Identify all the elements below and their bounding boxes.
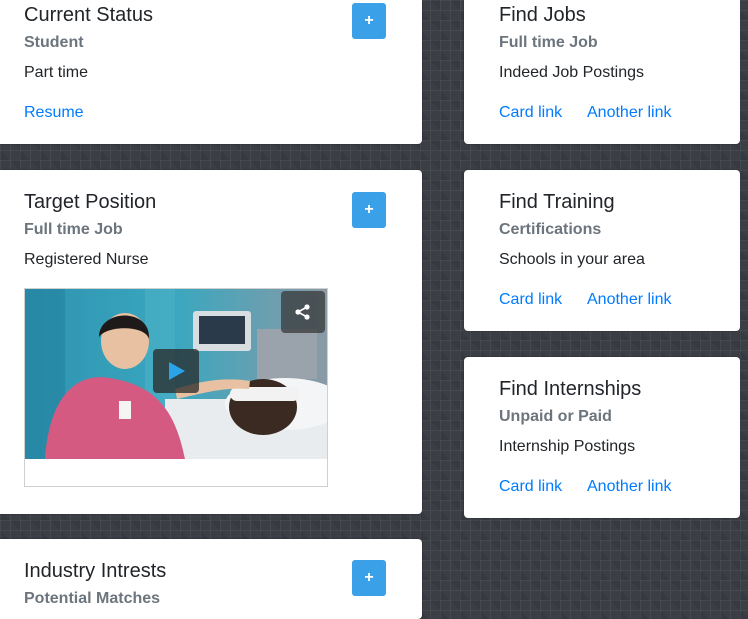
card-current-status: Current Status Student Part time Resume … <box>0 0 422 144</box>
card-subtitle: Full time Job <box>499 34 598 51</box>
card-subtitle: Potential Matches <box>24 590 161 607</box>
another-link[interactable]: Another link <box>587 478 672 496</box>
card-target-position: Target Position Full time Job Registered… <box>0 170 422 514</box>
add-button[interactable]: + <box>352 192 386 228</box>
card-find-internships: Find Internships Unpaid or Paid Internsh… <box>464 357 740 518</box>
card-title: Find Jobs <box>499 4 586 26</box>
another-link[interactable]: Another link <box>587 291 672 309</box>
card-title: Find Internships <box>499 378 642 400</box>
card-find-training: Find Training Certifications Schools in … <box>464 170 740 331</box>
card-text: Registered Nurse <box>24 251 149 268</box>
play-button[interactable] <box>153 349 199 393</box>
video-player[interactable] <box>24 288 328 487</box>
card-subtitle: Unpaid or Paid <box>499 408 612 425</box>
card-text: Schools in your area <box>499 251 645 268</box>
another-link[interactable]: Another link <box>587 104 672 122</box>
share-icon <box>295 304 310 320</box>
card-link[interactable]: Card link <box>499 291 562 309</box>
card-industry-interests: Industry Intrests Potential Matches + <box>0 539 422 619</box>
add-button[interactable]: + <box>352 560 386 596</box>
card-subtitle: Certifications <box>499 221 602 238</box>
card-subtitle: Student <box>24 34 84 51</box>
card-title: Industry Intrests <box>24 560 167 582</box>
card-text: Indeed Job Postings <box>499 64 644 81</box>
card-title: Find Training <box>499 191 615 213</box>
card-text: Part time <box>24 64 89 81</box>
share-button[interactable] <box>281 291 325 333</box>
card-text: Internship Postings <box>499 438 636 455</box>
add-button[interactable]: + <box>352 3 386 39</box>
resume-link[interactable]: Resume <box>24 104 84 122</box>
card-link[interactable]: Card link <box>499 478 562 496</box>
card-title: Target Position <box>24 191 157 213</box>
card-find-jobs: Find Jobs Full time Job Indeed Job Posti… <box>464 0 740 144</box>
card-title: Current Status <box>24 4 153 26</box>
play-icon <box>169 362 185 380</box>
card-link[interactable]: Card link <box>499 104 562 122</box>
card-subtitle: Full time Job <box>24 221 123 238</box>
